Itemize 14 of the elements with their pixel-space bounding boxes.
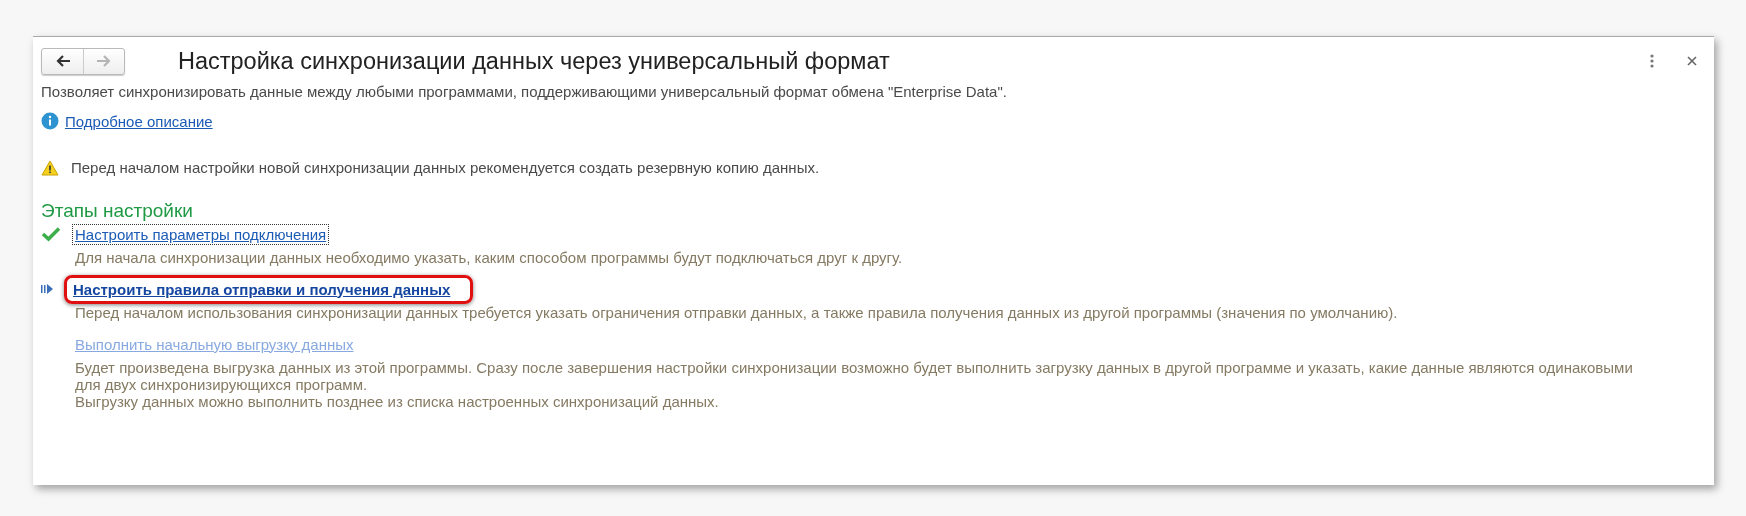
warning-icon — [41, 159, 59, 176]
description-text: Позволяет синхронизировать данные между любыми программами, поддерживающими универсальный формат обмена "Enterprise Data". — [41, 83, 1008, 100]
window-title: Настройка синхронизации данных через универсальный формат — [178, 47, 891, 75]
right-arrow-icon — [96, 53, 112, 69]
description-link[interactable]: Подробное описание — [65, 112, 213, 130]
left-arrow-icon — [54, 53, 71, 69]
step-description: Для начала синхронизации данных необходимо указать, каким способом программы будут подключаться друг к другу. — [75, 248, 904, 266]
step-link[interactable]: Настроить правила отправки и получения данных — [64, 274, 474, 304]
step-description: Будет произведена выгрузка данных из этой программы. Сразу после завершения настройки синхронизации возможно будет выполнить загрузку данных в другой программе и указать, какие данные являются одинаковыми для двух синхронизирующихся программ. Выгрузку данных можно выполнить позднее из списка настроенных синхронизаций данных. — [75, 358, 1634, 410]
warning-text: Перед началом настройки новой синхронизации данных рекомендуется создать резервную копию данных. — [71, 159, 820, 176]
step-description: Перед началом использования синхронизации данных требуется указать ограничения отправки данных, а также правила получения данных из другой программы (значения по умолчанию). — [75, 303, 1399, 321]
step-link[interactable]: Настроить параметры подключения — [73, 224, 329, 244]
section-heading: Этапы настройки — [41, 200, 194, 222]
info-icon — [41, 112, 59, 130]
